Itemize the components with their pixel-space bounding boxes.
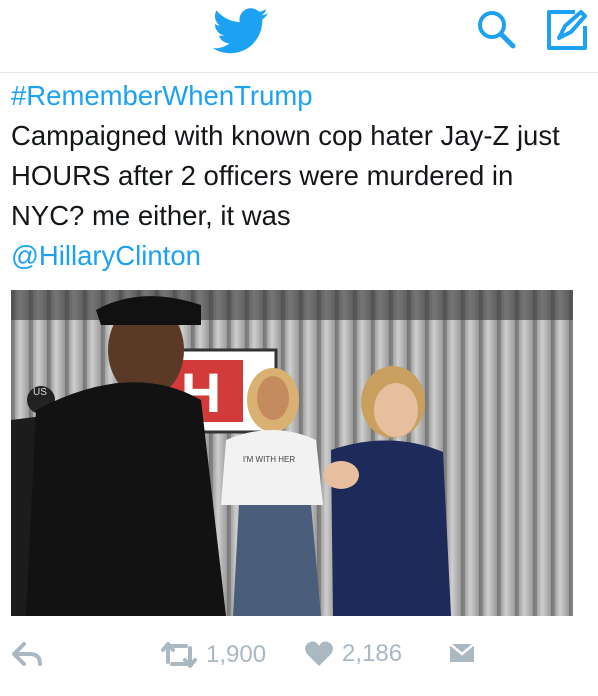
search-icon[interactable] xyxy=(475,8,519,52)
photo-illustration: H I'M WITH HER US xyxy=(11,290,573,616)
top-bar xyxy=(0,0,598,73)
retweet-count: 1,900 xyxy=(206,641,267,668)
retweet-button[interactable]: 1,900 xyxy=(160,640,266,670)
tweet-actions: 1,900 2,186 xyxy=(0,630,598,680)
tweet-body: Campaigned with known cop hater Jay-Z ju… xyxy=(11,120,560,231)
dm-button[interactable] xyxy=(448,640,476,666)
like-count: 2,186 xyxy=(342,640,403,667)
tweet-text: #RememberWhenTrump Campaigned with known… xyxy=(11,76,591,276)
hashtag-link[interactable]: #RememberWhenTrump xyxy=(11,76,591,116)
tweet-photo[interactable]: H I'M WITH HER US xyxy=(11,290,573,616)
cap-text: US xyxy=(33,387,47,398)
shirt-text: I'M WITH HER xyxy=(243,455,295,464)
mention-link[interactable]: @HillaryClinton xyxy=(11,236,591,276)
retweet-icon xyxy=(161,642,197,668)
heart-icon xyxy=(305,641,333,666)
like-button[interactable]: 2,186 xyxy=(304,640,402,668)
reply-button[interactable] xyxy=(12,640,44,670)
reply-icon xyxy=(12,642,42,666)
envelope-icon xyxy=(449,643,475,662)
twitter-bird-icon[interactable] xyxy=(213,8,269,54)
compose-icon[interactable] xyxy=(545,8,589,52)
